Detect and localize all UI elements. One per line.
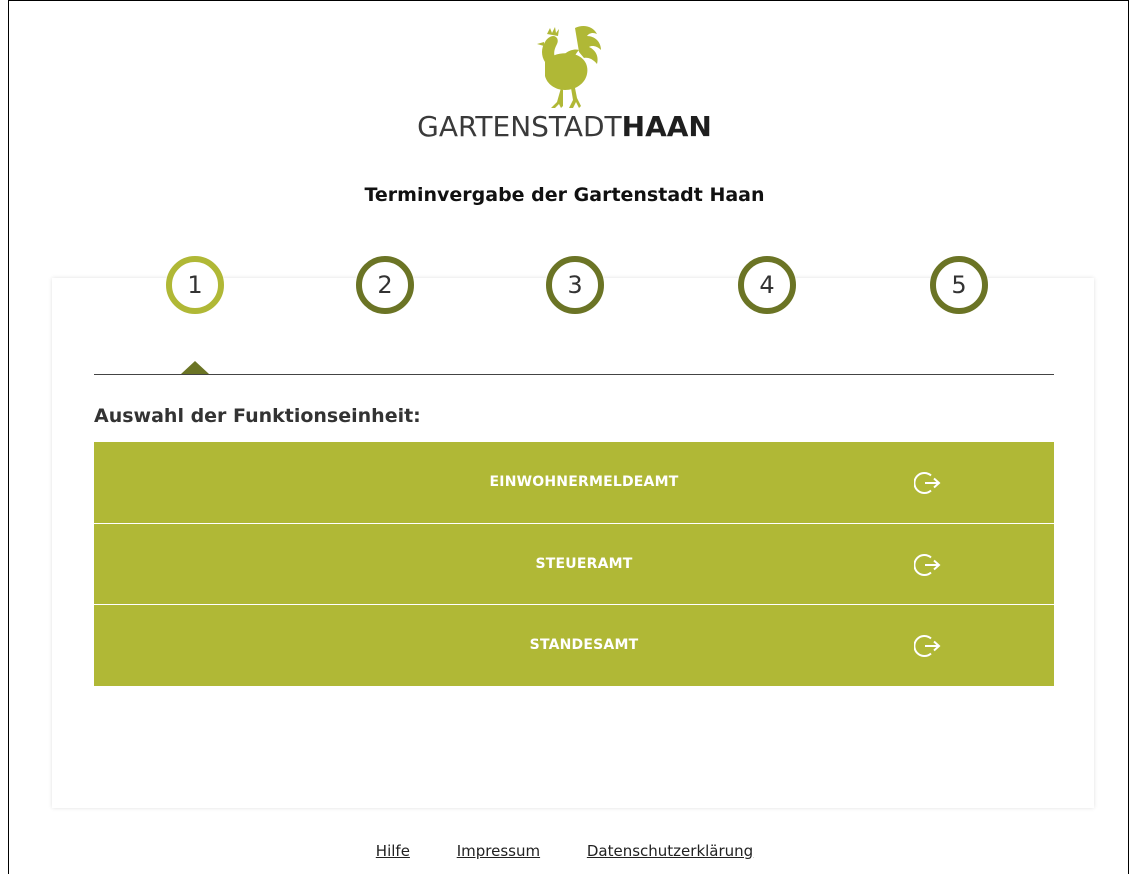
step-2[interactable]: 2 — [356, 256, 414, 314]
stepper-divider — [94, 374, 1054, 375]
footer-link-impressum[interactable]: Impressum — [457, 842, 540, 860]
option-steueramt[interactable]: STEUERAMT — [94, 523, 1054, 605]
sign-out-arrow-icon — [914, 472, 941, 494]
footer-link-hilfe[interactable]: Hilfe — [376, 842, 410, 860]
sign-out-arrow-icon — [914, 635, 941, 657]
option-standesamt[interactable]: STANDESAMT — [94, 604, 1054, 686]
brand-bold-text: HAAN — [621, 110, 712, 143]
option-einwohnermeldeamt[interactable]: EINWOHNERMELDEAMT — [94, 442, 1054, 523]
step-4[interactable]: 4 — [738, 256, 796, 314]
step-number: 3 — [567, 271, 583, 299]
step-3[interactable]: 3 — [546, 256, 604, 314]
step-number: 1 — [187, 271, 203, 299]
brand-light-text: GARTENSTADT — [417, 110, 622, 143]
step-number: 5 — [951, 271, 967, 299]
step-1[interactable]: 1 — [166, 256, 224, 314]
step-number: 2 — [377, 271, 393, 299]
sign-out-arrow-icon — [914, 554, 941, 576]
active-step-pointer — [181, 361, 209, 374]
page-title: Terminvergabe der Gartenstadt Haan — [364, 184, 765, 206]
brand-wordmark: GARTENSTADTHAAN — [0, 110, 1129, 143]
step-number: 4 — [759, 271, 775, 299]
footer-links: Hilfe Impressum Datenschutzerklärung — [0, 842, 1129, 860]
footer-link-datenschutz[interactable]: Datenschutzerklärung — [587, 842, 753, 860]
section-title: Auswahl der Funktionseinheit: — [94, 405, 421, 427]
step-5[interactable]: 5 — [930, 256, 988, 314]
rooster-logo-icon — [523, 22, 613, 114]
